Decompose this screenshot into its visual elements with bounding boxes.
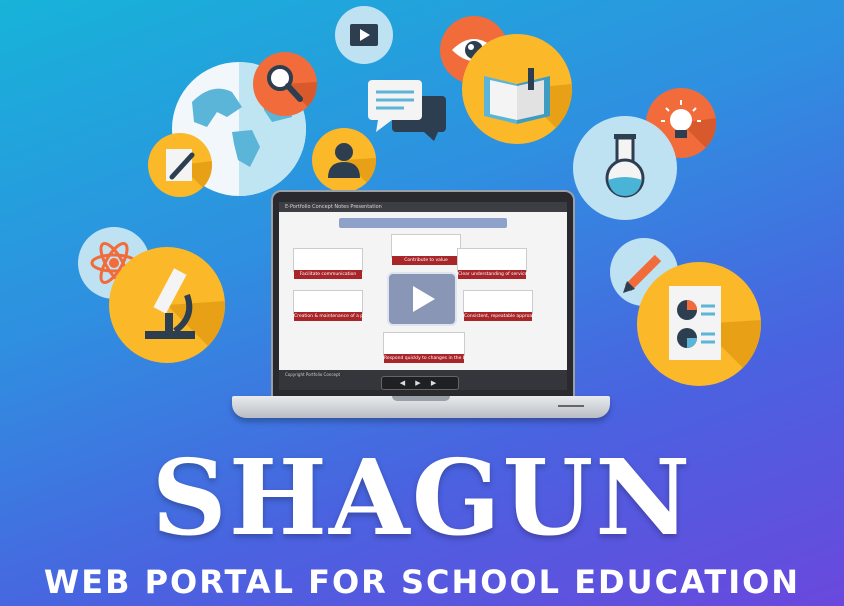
window-title: E-Portfolio Concept Notes Presentation — [285, 204, 382, 210]
microscope-icon — [109, 247, 225, 363]
node-label: Facilitate communication — [294, 270, 362, 279]
report-icon — [637, 262, 761, 386]
laptop-slot — [558, 405, 584, 407]
pen-icon — [148, 133, 212, 197]
magnifier-icon — [253, 52, 317, 116]
node-label: Clear understanding of service — [458, 270, 526, 279]
video-icon — [335, 6, 393, 64]
laptop-screen: E-Portfolio Concept Notes Presentation F… — [271, 190, 575, 402]
window-titlebar: E-Portfolio Concept Notes Presentation — [279, 202, 567, 212]
play-button[interactable] — [387, 272, 457, 326]
play-icon — [413, 286, 435, 312]
node-label: Contribute to value — [392, 256, 460, 265]
flask-icon — [573, 116, 677, 220]
node-consistent: Consistent, repeatable approach — [463, 290, 533, 321]
node-contribute: Contribute to value — [391, 234, 461, 265]
node-label: Respond quickly to changes in the busine… — [384, 354, 464, 363]
node-respond: Respond quickly to changes in the busine… — [383, 332, 465, 363]
page-title: SHAGUN — [151, 436, 693, 559]
node-label: Consistent, repeatable approach — [464, 312, 532, 321]
slide-header — [339, 218, 507, 228]
chat-icon — [368, 80, 448, 142]
book-icon — [462, 34, 572, 144]
footer-text: Copyright Portfolio Concept — [285, 372, 341, 377]
node-label: Creation & maintenance of a portfolio — [294, 312, 362, 321]
player-controls[interactable]: ◀ ▶ ▶ — [381, 376, 459, 390]
player-bar: Copyright Portfolio Concept ◀ ▶ ▶ — [279, 370, 567, 390]
laptop-base — [232, 396, 610, 418]
node-facilitate: Facilitate communication — [293, 248, 363, 279]
user-icon — [312, 128, 376, 192]
presentation-screen: E-Portfolio Concept Notes Presentation F… — [279, 202, 567, 390]
node-creation: Creation & maintenance of a portfolio — [293, 290, 363, 321]
laptop-notch — [392, 396, 450, 401]
page-subtitle: WEB PORTAL FOR SCHOOL EDUCATION — [43, 563, 801, 601]
node-clear: Clear understanding of service — [457, 248, 527, 279]
